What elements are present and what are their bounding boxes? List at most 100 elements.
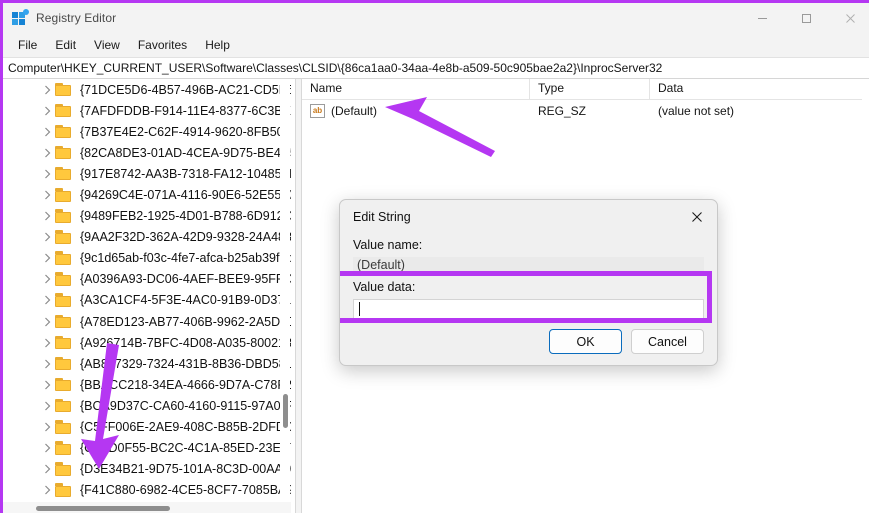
tree-item[interactable]: {AB807329-7324-431B-8B36-DBD581F56: [3, 353, 291, 374]
chevron-right-icon[interactable]: [39, 374, 55, 395]
tree-item[interactable]: {9489FEB2-1925-4D01-B788-6D912C70F: [3, 206, 291, 227]
chevron-right-icon[interactable]: [39, 332, 55, 353]
dialog-close-icon[interactable]: [677, 200, 717, 234]
menu-favorites[interactable]: Favorites: [129, 35, 196, 55]
folder-icon: [55, 462, 72, 476]
tree-item[interactable]: {7AFDFDDB-F914-11E4-8377-6C3BE50D: [3, 100, 291, 121]
ok-button[interactable]: OK: [549, 329, 622, 354]
maximize-button[interactable]: [784, 3, 828, 33]
menu-file[interactable]: File: [9, 35, 46, 55]
value-name-text: (Default): [331, 103, 378, 118]
address-bar[interactable]: Computer\HKEY_CURRENT_USER\Software\Clas…: [3, 57, 869, 79]
chevron-right-icon[interactable]: [39, 79, 55, 100]
tree-item[interactable]: {A78ED123-AB77-406B-9962-2A5D9D2F: [3, 311, 291, 332]
chevron-right-icon[interactable]: [39, 121, 55, 142]
tree-item[interactable]: {917E8742-AA3B-7318-FA12-10485FB32: [3, 163, 291, 184]
tree-vertical-scroll-thumb[interactable]: [283, 394, 288, 428]
folder-icon: [55, 272, 72, 286]
chevron-right-icon[interactable]: [39, 163, 55, 184]
minimize-button[interactable]: [740, 3, 784, 33]
chevron-right-icon[interactable]: [39, 353, 55, 374]
title-bar: Registry Editor: [3, 3, 869, 33]
tree-item[interactable]: {71DCE5D6-4B57-496B-AC21-CD5B54E: [3, 79, 291, 100]
menu-view[interactable]: View: [85, 35, 129, 55]
value-name-label: Value name:: [353, 238, 423, 252]
chevron-right-icon[interactable]: [39, 290, 55, 311]
tree-item-label: {D3E34B21-9D75-101A-8C3D-00AA001A: [80, 462, 291, 477]
tree-item[interactable]: {9c1d65ab-f03c-4fe7-afca-b25ab39fedf: [3, 248, 291, 269]
cancel-button[interactable]: Cancel: [631, 329, 704, 354]
tree-item-label: {94269C4E-071A-4116-90E6-52E557067E: [80, 188, 291, 203]
window-title: Registry Editor: [36, 11, 117, 25]
chevron-right-icon[interactable]: [39, 395, 55, 416]
tree-item[interactable]: {A0396A93-DC06-4AEF-BEE9-95FFCCA: [3, 269, 291, 290]
values-header: Name Type Data: [302, 79, 869, 100]
folder-icon: [55, 377, 72, 392]
tree-vertical-scrollbar[interactable]: [280, 79, 290, 501]
pane-splitter[interactable]: [295, 79, 302, 513]
tree-item[interactable]: {9AA2F32D-362A-42D9-9328-24A483E2: [3, 227, 291, 248]
menu-edit[interactable]: Edit: [46, 35, 85, 55]
folder-icon: [55, 314, 72, 329]
tree-horizontal-scrollbar[interactable]: [3, 502, 291, 513]
chevron-right-icon[interactable]: [39, 269, 55, 290]
tree-item-label: {917E8742-AA3B-7318-FA12-10485FB32: [80, 166, 291, 181]
tree-item[interactable]: {D3E34B21-9D75-101A-8C3D-00AA001A: [3, 459, 291, 480]
tree-item[interactable]: {CB3D0F55-BC2C-4C1A-85ED-23ED75B: [3, 438, 291, 459]
tree-item[interactable]: {F41C880-6982-4CE5-8CF7-7085BA96D: [3, 480, 291, 501]
tree-item[interactable]: {A926714B-7BFC-4D08-A035-80021395: [3, 332, 291, 353]
registry-tree-pane: {71DCE5D6-4B57-496B-AC21-CD5B54E {7AFDFDD…: [3, 79, 295, 513]
menu-help[interactable]: Help: [196, 35, 239, 55]
chevron-right-icon[interactable]: [39, 480, 55, 501]
chevron-right-icon[interactable]: [39, 142, 55, 163]
tree-item-label: {A3CA1CF4-5F3E-4AC0-91B9-0D3716E1: [80, 293, 291, 308]
close-button[interactable]: [828, 3, 869, 33]
value-data-label: Value data:: [353, 280, 416, 294]
chevron-right-icon[interactable]: [39, 185, 55, 206]
tree-item[interactable]: {7B37E4E2-C62F-4914-9620-8FB5062718: [3, 121, 291, 142]
value-data-input[interactable]: [353, 299, 704, 320]
folder-icon: [55, 103, 72, 118]
folder-icon: [55, 145, 72, 160]
tree-item-label: {BCA9D37C-CA60-4160-9115-97A00F24: [80, 398, 291, 413]
tree-horizontal-scroll-thumb[interactable]: [36, 506, 170, 511]
tree-item[interactable]: {BBACC218-34EA-4666-9D7A-C78F2274: [3, 374, 291, 395]
value-type-cell: REG_SZ: [538, 103, 587, 118]
registry-editor-window: Registry Editor File Edit View Favorites…: [3, 3, 869, 513]
dialog-title: Edit String: [353, 210, 411, 224]
folder-icon: [55, 483, 72, 497]
chevron-right-icon[interactable]: [39, 438, 55, 459]
folder-icon: [55, 356, 72, 371]
tree-item[interactable]: {82CA8DE3-01AD-4CEA-9D75-BE4C518: [3, 142, 291, 163]
tree-item[interactable]: {94269C4E-071A-4116-90E6-52E557067E: [3, 184, 291, 205]
folder-icon: [55, 335, 72, 350]
chevron-right-icon[interactable]: [39, 417, 55, 438]
column-header-data[interactable]: Data: [650, 79, 869, 99]
window-controls: [740, 3, 869, 33]
chevron-right-icon[interactable]: [39, 100, 55, 121]
tree-item-label: {9AA2F32D-362A-42D9-9328-24A483E2: [80, 230, 291, 245]
tree-item-label: {A0396A93-DC06-4AEF-BEE9-95FFCCA: [80, 272, 291, 287]
chevron-right-icon[interactable]: [39, 248, 55, 269]
folder-icon: [55, 230, 72, 244]
chevron-right-icon[interactable]: [39, 311, 55, 332]
column-header-name[interactable]: Name: [302, 79, 530, 99]
folder-icon: [55, 398, 72, 413]
tree-item-label: {7AFDFDDB-F914-11E4-8377-6C3BE50D: [80, 103, 291, 118]
tree-item[interactable]: {BCA9D37C-CA60-4160-9115-97A00F24: [3, 395, 291, 416]
registry-tree[interactable]: {71DCE5D6-4B57-496B-AC21-CD5B54E {7AFDFDD…: [3, 79, 291, 501]
tree-item[interactable]: {C5FF006E-2AE9-408C-B85B-2DFDD544: [3, 417, 291, 438]
value-name-field: (Default): [353, 257, 704, 276]
column-header-type[interactable]: Type: [530, 79, 650, 99]
chevron-right-icon[interactable]: [39, 459, 55, 480]
chevron-right-icon[interactable]: [39, 227, 55, 248]
tree-item-label: {A78ED123-AB77-406B-9962-2A5D9D2F: [80, 314, 291, 329]
folder-icon: [55, 82, 72, 97]
folder-icon: [55, 420, 72, 434]
values-vertical-scrollbar[interactable]: [862, 79, 869, 513]
registry-editor-icon: [12, 9, 29, 26]
dialog-title-bar: Edit String: [340, 200, 717, 234]
chevron-right-icon[interactable]: [39, 206, 55, 227]
value-row[interactable]: ab (Default) REG_SZ (value not set): [302, 100, 869, 121]
tree-item[interactable]: {A3CA1CF4-5F3E-4AC0-91B9-0D3716E1: [3, 290, 291, 311]
